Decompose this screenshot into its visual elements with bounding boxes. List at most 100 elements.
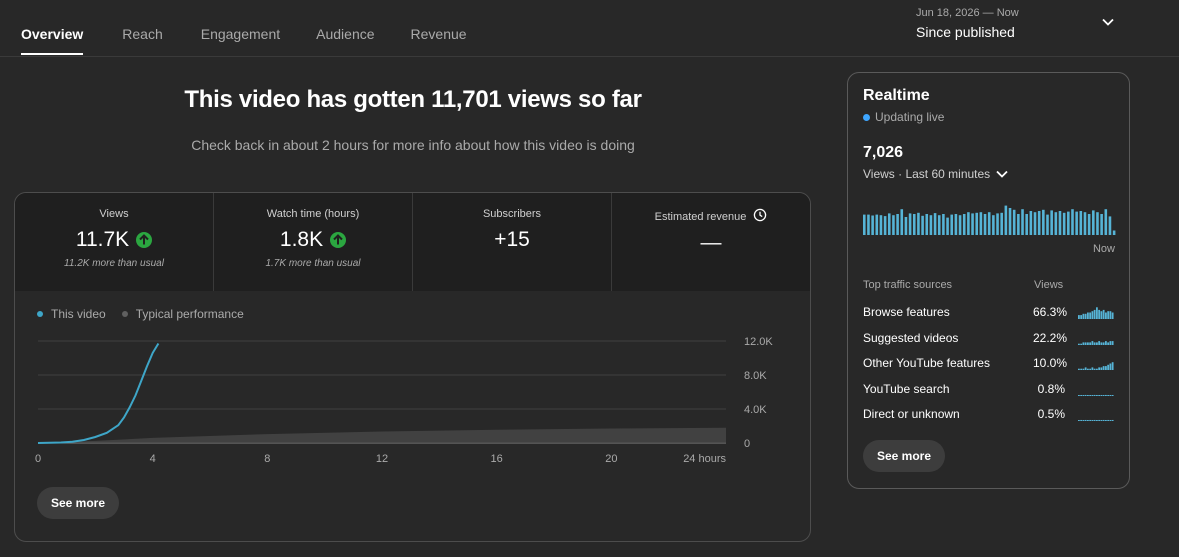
sparkline-bar xyxy=(1109,363,1112,370)
sparkline-bar xyxy=(1087,420,1089,421)
chevron-down-icon xyxy=(996,170,1008,178)
sparkline-bar xyxy=(1078,420,1080,421)
metric-value: 1.8K xyxy=(279,228,324,251)
realtime-bar xyxy=(1054,212,1058,235)
traffic-source-pct: 22.2% xyxy=(1033,330,1068,345)
sparkline-bar xyxy=(1102,366,1105,370)
sparkline-bar xyxy=(1111,340,1114,345)
realtime-bar xyxy=(1092,210,1095,235)
y-tick-label: 8.0K xyxy=(744,370,767,382)
sparkline-bar xyxy=(1111,419,1114,421)
realtime-bar xyxy=(1058,211,1062,235)
see-more-button[interactable]: See more xyxy=(37,487,120,519)
sparkline-bar xyxy=(1082,394,1085,396)
traffic-sparkline xyxy=(1078,362,1114,370)
realtime-bar xyxy=(887,213,891,235)
tab-engagement[interactable]: Engagement xyxy=(201,0,280,56)
sparkline-bar xyxy=(1084,367,1087,370)
x-tick-label: 8 xyxy=(264,453,270,465)
realtime-bar xyxy=(875,214,879,235)
metric-label: Subscribers xyxy=(482,208,542,220)
realtime-bar xyxy=(1079,211,1083,235)
realtime-bar xyxy=(1096,212,1099,235)
realtime-period-dropdown[interactable]: Views · Last 60 minutes xyxy=(863,167,1009,181)
traffic-source-pct: 0.8% xyxy=(1037,381,1065,396)
realtime-bar xyxy=(958,215,962,235)
realtime-bar xyxy=(967,212,970,235)
realtime-bar xyxy=(1021,209,1024,235)
tab-revenue[interactable]: Revenue xyxy=(411,0,467,56)
realtime-bar xyxy=(892,215,895,235)
realtime-see-more-button[interactable]: See more xyxy=(863,440,946,472)
sparkline-bar xyxy=(1107,341,1110,345)
sparkline-bar xyxy=(1105,366,1107,370)
realtime-bar xyxy=(1108,216,1112,235)
sparkline-bar xyxy=(1096,341,1098,345)
tab-reach[interactable]: Reach xyxy=(122,0,162,56)
realtime-bar xyxy=(1100,214,1103,235)
series-typical-performance xyxy=(38,427,726,443)
sparkline-bar xyxy=(1089,419,1092,421)
legend-item-typical: Typical performance xyxy=(121,307,244,321)
traffic-source-name: Suggested videos xyxy=(863,330,959,345)
sparkline-bar xyxy=(1109,394,1112,396)
sparkline-bar xyxy=(1111,312,1114,319)
sparkline-bar xyxy=(1096,420,1098,421)
tab-overview[interactable]: Overview xyxy=(21,0,84,56)
realtime-bar xyxy=(971,213,974,235)
sparkline-bar xyxy=(1107,419,1110,421)
sparkline-bar xyxy=(1100,394,1103,396)
realtime-bar xyxy=(942,214,945,235)
traffic-source-row: Suggested videos 22.2% xyxy=(863,331,1117,349)
sparkline-bar xyxy=(1089,312,1092,319)
metric-watch-time[interactable]: Watch time (hours) 1.8K 1.7K more than u… xyxy=(214,193,413,291)
realtime-bar xyxy=(908,213,912,235)
sparkline-bar xyxy=(1087,312,1089,319)
traffic-source-name: Browse features xyxy=(863,305,950,319)
arrow-up-icon xyxy=(330,232,347,248)
legend-dot xyxy=(37,311,43,317)
realtime-bar xyxy=(1017,214,1020,235)
realtime-bar xyxy=(1112,230,1116,235)
realtime-bar xyxy=(1033,212,1037,235)
traffic-source-row: YouTube search 0.8% xyxy=(863,382,1117,400)
date-range-text: Jun 18, 2026 — Now xyxy=(916,7,1019,19)
realtime-bar xyxy=(1012,209,1016,235)
series-this-video xyxy=(37,342,160,444)
sparkline-bar xyxy=(1084,394,1087,396)
realtime-bar xyxy=(983,214,987,235)
realtime-bar xyxy=(912,214,916,235)
realtime-bar xyxy=(871,215,874,235)
x-tick-label: 16 xyxy=(491,453,503,465)
metric-note: 1.7K more than usual xyxy=(265,258,361,269)
sparkline-bar xyxy=(1100,420,1103,421)
realtime-bar xyxy=(1025,214,1028,235)
realtime-bar xyxy=(896,214,899,235)
traffic-sparkline xyxy=(1078,394,1114,396)
tab-audience[interactable]: Audience xyxy=(316,0,374,56)
realtime-card: Realtime Updating live 7,026 Views · Las… xyxy=(847,72,1130,489)
sparkline-bar xyxy=(1082,368,1085,370)
traffic-source-pct: 66.3% xyxy=(1033,305,1068,319)
realtime-period-label: Views · Last 60 minutes xyxy=(863,167,991,181)
sparkline-bar xyxy=(1109,420,1112,421)
realtime-bar xyxy=(925,214,929,235)
sparkline-bar xyxy=(1078,343,1080,345)
metric-label-row: Estimated revenue xyxy=(612,208,810,223)
realtime-bar xyxy=(863,214,866,235)
sparkline-bar xyxy=(1084,341,1087,345)
metric-estimated-revenue[interactable]: Estimated revenue — xyxy=(612,193,810,291)
traffic-sparkline xyxy=(1078,340,1114,345)
realtime-bar xyxy=(1008,208,1012,235)
realtime-now-label: Now xyxy=(1092,243,1115,255)
x-tick-label: 24 hours xyxy=(683,453,726,465)
date-range-picker[interactable]: Jun 18, 2026 — Now Since published xyxy=(916,6,1126,46)
sparkline-bar xyxy=(1107,311,1110,319)
sparkline-bar xyxy=(1100,311,1103,319)
live-indicator-icon xyxy=(863,113,870,121)
sparkline-bar xyxy=(1107,394,1110,396)
sparkline-bar xyxy=(1091,420,1094,421)
metric-subscribers[interactable]: Subscribers +15 xyxy=(413,193,612,291)
metric-views[interactable]: Views 11.7K 11.2K more than usual xyxy=(15,193,214,291)
sparkline-bar xyxy=(1093,419,1096,421)
